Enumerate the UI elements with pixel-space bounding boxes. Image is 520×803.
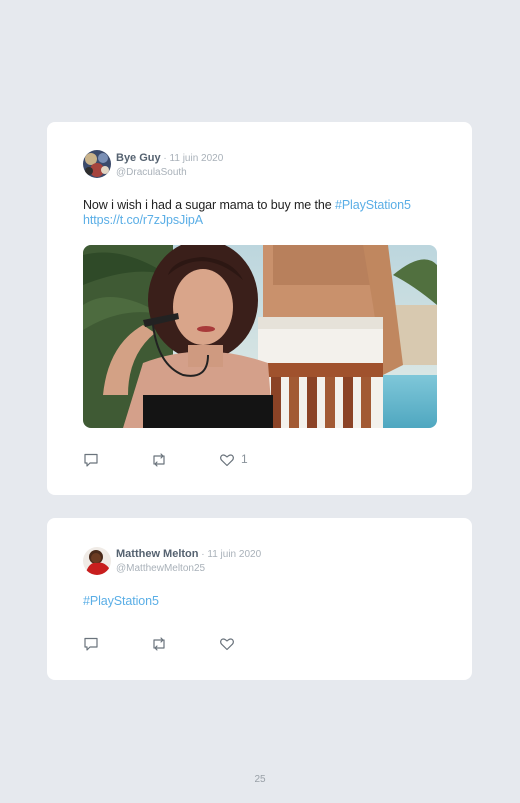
tweet-actions: 1 (83, 452, 283, 470)
retweet-icon[interactable] (150, 452, 168, 468)
like-count: 1 (241, 452, 248, 466)
tweet-actions (83, 636, 283, 654)
page-number: 25 (254, 774, 266, 785)
hashtag-link[interactable]: #PlayStation5 (335, 198, 411, 212)
like-icon[interactable] (219, 636, 235, 652)
avatar[interactable] (83, 547, 111, 575)
retweet-icon[interactable] (150, 636, 168, 652)
tweet-header: Bye Guy · 11 juin 2020 @DraculaSouth (116, 152, 223, 179)
avatar[interactable] (83, 150, 111, 178)
tweet-text: Now i wish i had a sugar mama to buy me … (83, 198, 411, 228)
tweet-header: Matthew Melton · 11 juin 2020 @MatthewMe… (116, 548, 261, 575)
reply-icon[interactable] (83, 636, 99, 652)
reply-icon[interactable] (83, 452, 99, 468)
date-separator: · (160, 153, 170, 164)
tweet-media-photo[interactable] (83, 245, 437, 428)
user-handle[interactable]: @DraculaSouth (116, 166, 223, 179)
user-handle[interactable]: @MatthewMelton25 (116, 562, 261, 575)
tweet-text-body: Now i wish i had a sugar mama to buy me … (83, 198, 335, 212)
hashtag-link[interactable]: #PlayStation5 (83, 594, 159, 608)
tweet-date[interactable]: 11 juin 2020 (207, 549, 261, 560)
tweet-text: #PlayStation5 (83, 594, 159, 609)
tweet-card: Bye Guy · 11 juin 2020 @DraculaSouth Now… (47, 122, 472, 495)
tweet-card: Matthew Melton · 11 juin 2020 @MatthewMe… (47, 518, 472, 680)
url-link[interactable]: https://t.co/r7zJpsJipA (83, 213, 203, 227)
like-icon[interactable] (219, 452, 235, 468)
display-name[interactable]: Bye Guy (116, 152, 161, 164)
display-name[interactable]: Matthew Melton (116, 548, 199, 560)
tweet-date[interactable]: 11 juin 2020 (170, 153, 224, 164)
